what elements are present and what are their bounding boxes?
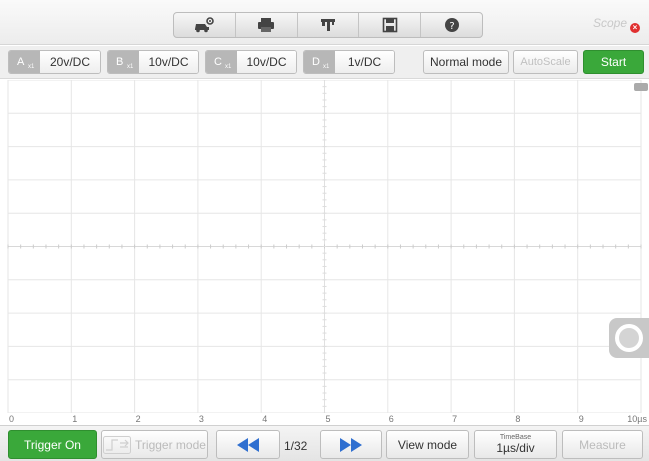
next-page-button[interactable]	[320, 430, 382, 459]
trigger-mode-icon	[103, 435, 132, 454]
probe-icon	[320, 19, 335, 31]
vehicle-settings-icon	[195, 17, 215, 33]
channel-a-letter: A	[17, 56, 25, 68]
x-tick-label: 4	[262, 414, 268, 424]
channel-d-selector[interactable]: D x1 1v/DC	[303, 50, 395, 74]
channel-c-letter: C	[214, 56, 222, 68]
channel-b-selector[interactable]: B x1 10v/DC	[107, 50, 199, 74]
autoscale-button[interactable]: AutoScale	[513, 50, 578, 74]
oscilloscope-grid	[7, 80, 642, 413]
svg-text:?: ?	[449, 21, 454, 32]
oscilloscope-plot[interactable]	[0, 80, 649, 413]
channel-c-range: 10v/DC	[237, 51, 296, 73]
channel-c-tag: C x1	[206, 51, 237, 73]
channel-bar: A x1 20v/DC B x1 10v/DC C x1 10v/DC D x1…	[0, 46, 649, 79]
channel-b-multiplier: x1	[127, 64, 134, 70]
trigger-mode-label: Trigger mode	[135, 437, 206, 452]
save-icon	[382, 17, 398, 33]
previous-page-button[interactable]	[216, 430, 280, 459]
close-icon[interactable]: ×	[630, 23, 640, 33]
channel-a-selector[interactable]: A x1 20v/DC	[8, 50, 101, 74]
app-brand-label: Scope	[592, 16, 627, 30]
x-tick-label: 0	[9, 414, 15, 424]
measure-button[interactable]: Measure	[562, 430, 643, 459]
tool-button-group: ?	[173, 12, 483, 38]
channel-d-range: 1v/DC	[335, 51, 394, 73]
help-icon: ?	[444, 18, 459, 32]
x-tick-label: 9	[578, 414, 584, 424]
trigger-mode-button[interactable]: Trigger mode	[101, 430, 208, 459]
print-button[interactable]	[236, 13, 298, 37]
channel-d-tag: D x1	[304, 51, 335, 73]
fast-forward-icon	[340, 437, 362, 452]
channel-c-multiplier: x1	[225, 64, 232, 70]
top-toolbar: ? Scope ×	[0, 0, 649, 45]
timebase-button[interactable]: TimeBase 1µs/div	[474, 430, 557, 459]
x-tick-label: 6	[388, 414, 394, 424]
assist-ring-icon	[615, 324, 643, 352]
channel-c-selector[interactable]: C x1 10v/DC	[205, 50, 297, 74]
bottom-toolbar: Trigger On Trigger mode 1/32 View mode T…	[0, 425, 649, 461]
print-icon	[258, 18, 275, 32]
x-tick-label: 10µs	[627, 414, 647, 424]
x-tick-label: 2	[135, 414, 141, 424]
channel-a-tag: A x1	[9, 51, 40, 73]
channel-a-range: 20v/DC	[40, 51, 100, 73]
channel-b-range: 10v/DC	[139, 51, 198, 73]
rewind-icon	[237, 437, 259, 452]
save-button[interactable]	[359, 13, 422, 37]
view-mode-button[interactable]: View mode	[386, 430, 469, 459]
trigger-level-marker[interactable]	[634, 83, 648, 91]
start-button[interactable]: Start	[583, 50, 644, 74]
normal-mode-button[interactable]: Normal mode	[423, 50, 509, 74]
channel-b-tag: B x1	[108, 51, 139, 73]
timebase-value: 1µs/div	[496, 440, 535, 455]
x-tick-label: 7	[452, 414, 458, 424]
x-tick-label: 1	[72, 414, 78, 424]
x-tick-label: 5	[325, 414, 331, 424]
probe-button[interactable]	[298, 13, 360, 37]
page-indicator: 1/32	[284, 439, 308, 453]
help-button[interactable]: ?	[421, 13, 482, 37]
channel-b-letter: B	[116, 56, 124, 68]
channel-a-multiplier: x1	[28, 64, 35, 70]
vehicle-settings-button[interactable]	[174, 13, 236, 37]
trigger-on-button[interactable]: Trigger On	[8, 430, 97, 459]
x-tick-label: 8	[515, 414, 521, 424]
channel-d-letter: D	[312, 56, 320, 68]
channel-d-multiplier: x1	[323, 64, 330, 70]
x-tick-label: 3	[198, 414, 204, 424]
floating-assist-button[interactable]	[609, 318, 649, 358]
